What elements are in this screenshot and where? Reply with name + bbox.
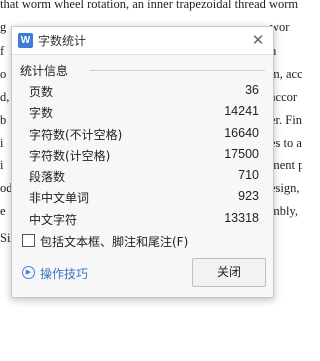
document-fragment: i — [0, 158, 4, 172]
stat-value: 923 — [238, 189, 259, 204]
tips-label[interactable]: 操作技巧 — [40, 265, 88, 282]
document-fragment: m, acc — [270, 67, 302, 81]
stat-row-pages: 页数 36 — [29, 83, 259, 104]
stat-label: 字数 — [29, 106, 54, 121]
document-fragment: accor — [270, 90, 298, 104]
document-fragment: ment p — [270, 158, 302, 172]
stat-row-non-chinese-words: 非中文单词 923 — [29, 189, 259, 210]
stat-value: 36 — [245, 83, 259, 97]
word-count-dialog: W 字数统计 ✕ 统计信息 页数 36 字数 14241 字符数(不计空格) 1… — [11, 26, 274, 298]
statistics-list: 页数 36 字数 14241 字符数(不计空格) 16640 字符数(计空格) … — [29, 83, 259, 232]
document-fragment: b — [0, 113, 7, 127]
document-fragment: es to a — [270, 136, 302, 150]
stat-row-characters-no-spaces: 字符数(不计空格) 16640 — [29, 126, 259, 147]
stat-label: 段落数 — [29, 170, 66, 185]
include-textboxes-checkbox[interactable] — [22, 234, 35, 247]
stat-label: 非中文单词 — [29, 191, 90, 206]
stat-row-characters-with-spaces: 字符数(计空格) 17500 — [29, 147, 259, 168]
section-label-statistics: 统计信息 — [20, 62, 73, 79]
document-fragment: esign, — [270, 181, 300, 195]
stat-label: 字符数(不计空格) — [29, 127, 123, 142]
stat-row-chinese-characters: 中文字符 13318 — [29, 211, 259, 232]
stat-value: 17500 — [224, 146, 259, 161]
document-line: that worm wheel rotation, an inner trape… — [0, 0, 299, 11]
stat-row-paragraphs: 段落数 710 — [29, 168, 259, 189]
document-fragment: i — [0, 136, 4, 150]
stat-label: 字符数(计空格) — [29, 148, 111, 163]
document-fragment: o — [0, 67, 7, 81]
document-fragment: e — [0, 204, 6, 218]
close-icon[interactable]: ✕ — [249, 30, 267, 50]
document-fragment: g — [0, 20, 7, 34]
stat-label: 中文字符 — [29, 212, 78, 227]
document-fragment: mbly, — [270, 204, 299, 218]
section-divider — [90, 70, 265, 71]
stat-value: 710 — [238, 168, 259, 183]
wps-writer-icon: W — [18, 33, 33, 48]
close-button[interactable]: 关闭 — [192, 258, 266, 287]
stat-value: 14241 — [224, 104, 259, 119]
stat-row-words: 字数 14241 — [29, 104, 259, 125]
play-circle-icon[interactable]: ▶ — [22, 266, 35, 279]
document-fragment: f — [0, 44, 5, 58]
stat-value: 13318 — [224, 210, 259, 225]
stat-label: 页数 — [29, 85, 54, 99]
dialog-title: 字数统计 — [38, 34, 87, 48]
include-textboxes-label[interactable]: 包括文本框、脚注和尾注(F) — [40, 233, 188, 250]
document-fragment: er. Fina — [270, 113, 302, 127]
stat-value: 16640 — [224, 125, 259, 140]
dialog-titlebar[interactable]: W 字数统计 ✕ — [12, 27, 273, 55]
